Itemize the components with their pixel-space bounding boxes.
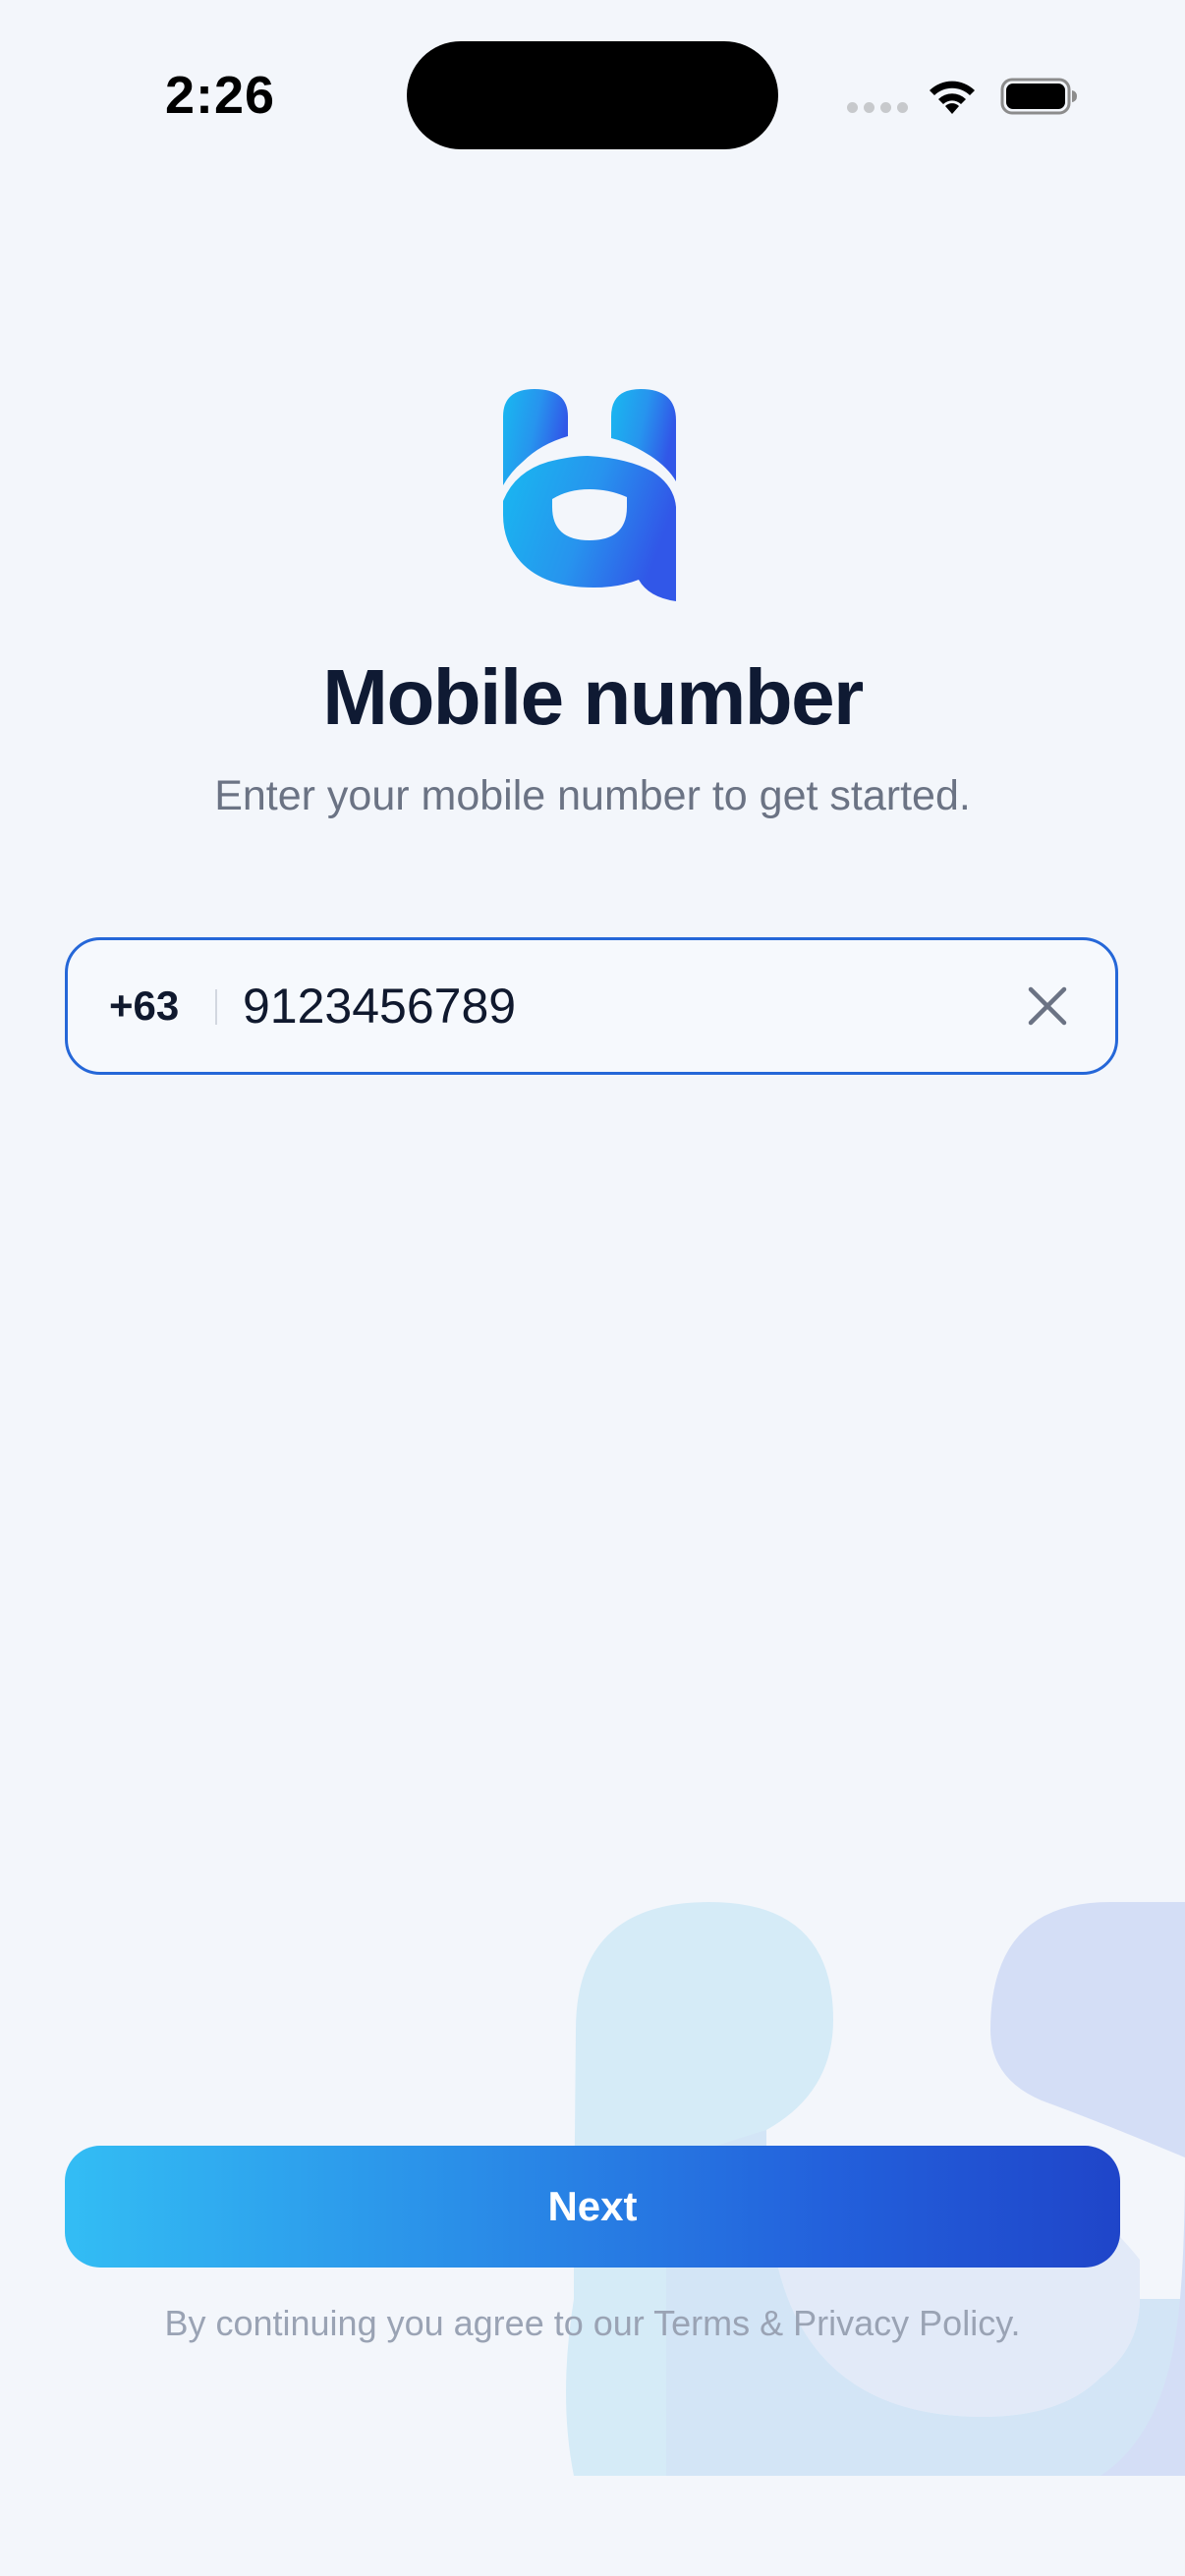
terms-privacy-link[interactable]: Terms & Privacy Policy bbox=[653, 2303, 1010, 2343]
battery-icon bbox=[1000, 78, 1077, 115]
field-divider bbox=[215, 989, 217, 1025]
status-time: 2:26 bbox=[165, 66, 276, 125]
terms-prefix: By continuing you agree to our bbox=[164, 2303, 654, 2343]
wifi-icon bbox=[930, 81, 975, 114]
next-button[interactable]: Next bbox=[65, 2146, 1120, 2268]
status-bar: 2:26 bbox=[0, 0, 1185, 187]
dynamic-island bbox=[407, 41, 778, 149]
page-title: Mobile number bbox=[322, 653, 864, 741]
terms-notice: By continuing you agree to our Terms & P… bbox=[0, 2303, 1185, 2344]
terms-suffix: . bbox=[1010, 2303, 1021, 2343]
mobile-number-screen: 2:26 Mobile number Enter your mobile num… bbox=[0, 0, 1185, 2576]
mobile-number-field[interactable]: +63 bbox=[65, 937, 1118, 1075]
country-code[interactable]: +63 bbox=[109, 940, 179, 1072]
brand-logo-icon bbox=[503, 389, 676, 601]
mobile-number-input[interactable] bbox=[243, 940, 1009, 1072]
close-icon[interactable] bbox=[1023, 981, 1072, 1031]
signal-dots-icon bbox=[847, 102, 908, 116]
page-subtitle: Enter your mobile number to get started. bbox=[214, 772, 971, 819]
